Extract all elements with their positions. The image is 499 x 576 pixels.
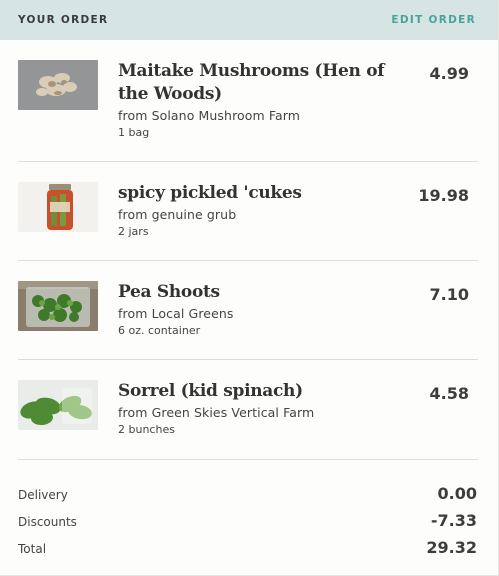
item-quantity: 2 jars	[118, 225, 149, 238]
item-info: Pea Shoots from Local Greens 6 oz. conta…	[118, 281, 388, 337]
pickle-jar-photo	[18, 182, 98, 232]
pea-shoots-container-photo	[18, 281, 98, 331]
delivery-label: Delivery	[18, 488, 68, 502]
totals-divider	[18, 459, 478, 460]
item-quantity: 6 oz. container	[118, 324, 201, 337]
item-price: 4.58	[429, 384, 469, 403]
item-name-line1: Maitake Mushrooms (Hen of	[118, 61, 385, 81]
edit-order-link[interactable]: EDIT ORDER	[391, 14, 476, 26]
item-name-line2: the Woods)	[118, 84, 222, 104]
item-info: Sorrel (kid spinach) from Green Skies Ve…	[118, 380, 388, 436]
delivery-value: 0.00	[437, 484, 477, 503]
item-info: spicy pickled 'cukes from genuine grub 2…	[118, 182, 388, 238]
item-info: Maitake Mushrooms (Hen of the Woods) fro…	[118, 60, 388, 139]
item-quantity: 2 bunches	[118, 423, 175, 436]
discounts-row: Discounts -7.33	[0, 511, 499, 531]
item-divider	[18, 359, 478, 360]
total-label: Total	[18, 542, 47, 556]
item-quantity: 1 bag	[118, 126, 150, 139]
discounts-label: Discounts	[18, 515, 77, 529]
item-source: from Solano Mushroom Farm	[118, 108, 301, 123]
item-name: Maitake Mushrooms (Hen of the Woods)	[118, 60, 388, 106]
total-value: 29.32	[426, 538, 477, 557]
order-header: YOUR ORDER EDIT ORDER	[0, 0, 498, 40]
discounts-value: -7.33	[430, 511, 477, 530]
item-price: 7.10	[429, 285, 469, 304]
total-row: Total 29.32	[0, 538, 499, 558]
maitake-mushrooms-photo	[18, 60, 98, 110]
item-divider	[18, 161, 478, 162]
delivery-row: Delivery 0.00	[0, 484, 499, 504]
item-name: Pea Shoots	[118, 282, 220, 302]
item-source: from Green Skies Vertical Farm	[118, 405, 315, 420]
item-source: from Local Greens	[118, 306, 234, 321]
item-source: from genuine grub	[118, 207, 237, 222]
order-title: YOUR ORDER	[18, 14, 109, 26]
item-name: Sorrel (kid spinach)	[118, 381, 303, 401]
item-name: spicy pickled 'cukes	[118, 183, 302, 203]
item-divider	[18, 260, 478, 261]
order-summary-panel: YOUR ORDER EDIT ORDER Maitake Mushrooms …	[0, 0, 499, 576]
item-price: 19.98	[418, 186, 469, 205]
item-price: 4.99	[429, 64, 469, 83]
sorrel-bunches-photo	[18, 380, 98, 430]
